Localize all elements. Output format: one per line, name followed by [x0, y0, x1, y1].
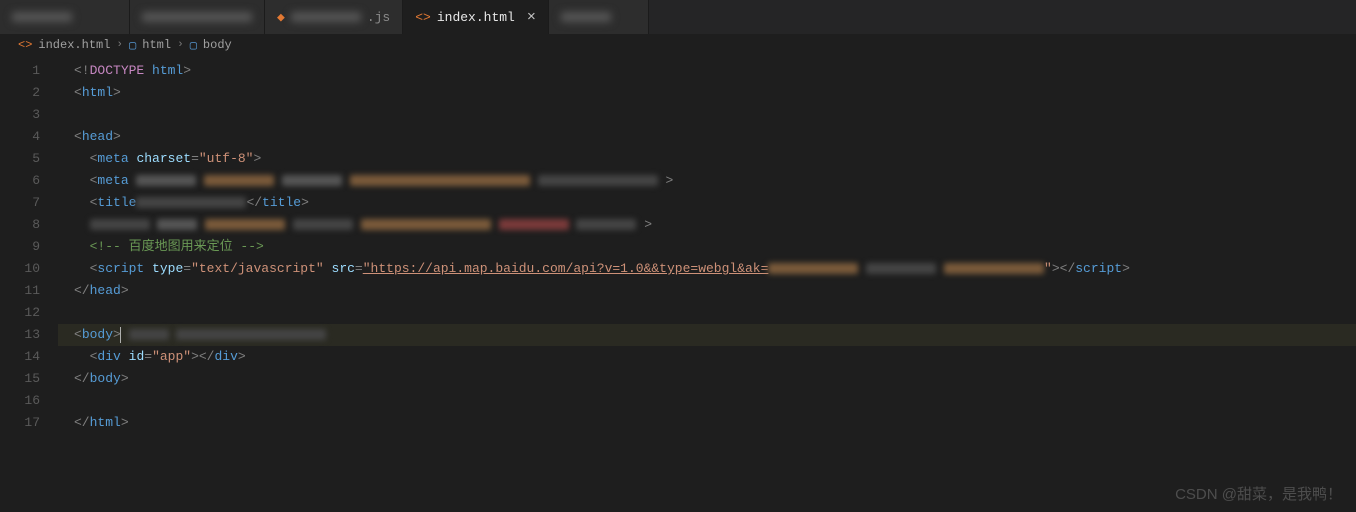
tab-index-html[interactable]: <> index.html ×: [403, 0, 549, 34]
editor-tabs: ◆ .js <> index.html ×: [0, 0, 1356, 34]
tab-2[interactable]: [130, 0, 265, 34]
breadcrumb: <> index.html › ▢ html › ▢ body: [0, 34, 1356, 56]
tab-label-blurred: [561, 12, 611, 22]
html-icon: <>: [415, 10, 431, 25]
tab-5[interactable]: [549, 0, 649, 34]
html-icon: <>: [18, 38, 32, 52]
code-content[interactable]: <!DOCTYPE html> <html> <head> <meta char…: [58, 56, 1356, 512]
chevron-right-icon: ›: [116, 39, 123, 51]
text-cursor: [120, 327, 121, 343]
close-icon[interactable]: ×: [527, 10, 536, 25]
tab-1[interactable]: [0, 0, 130, 34]
code-editor[interactable]: 1234567891011121314151617 <!DOCTYPE html…: [0, 56, 1356, 512]
breadcrumb-html[interactable]: html: [142, 38, 171, 52]
breadcrumb-file[interactable]: index.html: [38, 38, 110, 52]
cube-icon: ▢: [190, 38, 197, 53]
tab-label-blurred: [291, 12, 361, 22]
tab-label: index.html: [437, 10, 515, 25]
breadcrumb-body[interactable]: body: [203, 38, 232, 52]
tab-label-blurred: [142, 12, 252, 22]
orange-icon: ◆: [277, 10, 285, 25]
cube-icon: ▢: [129, 38, 136, 53]
chevron-right-icon: ›: [177, 39, 184, 51]
tab-label-blurred: [12, 12, 72, 22]
line-number-gutter: 1234567891011121314151617: [0, 56, 58, 512]
tab-3[interactable]: ◆ .js: [265, 0, 403, 34]
